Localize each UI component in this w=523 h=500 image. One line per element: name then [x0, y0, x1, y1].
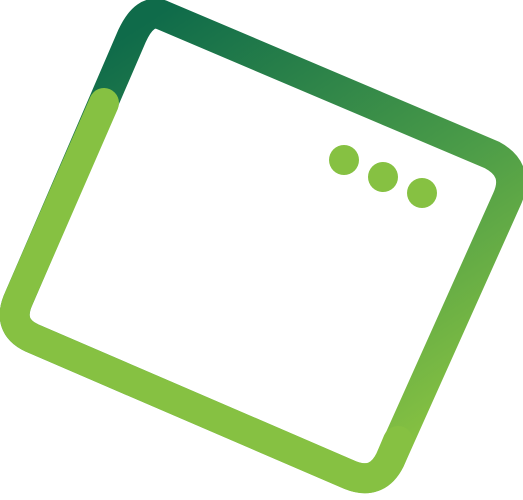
- logo-canvas: [0, 0, 523, 500]
- tilted-browser-window-icon: [0, 0, 523, 494]
- window-frame: [0, 0, 523, 494]
- window-dot-1: [329, 145, 359, 175]
- window-dot-3: [407, 178, 437, 208]
- window-dot-2: [368, 162, 398, 192]
